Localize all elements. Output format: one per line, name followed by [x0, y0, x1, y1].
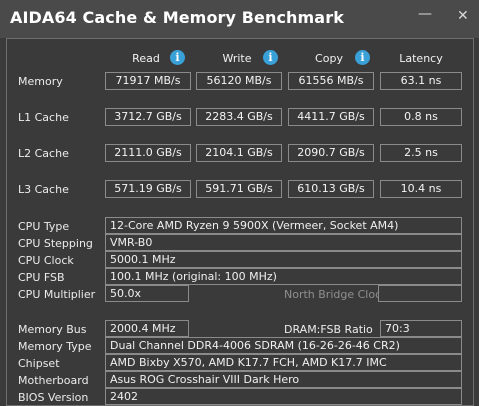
cpu-multiplier-label: CPU Multiplier: [18, 288, 96, 301]
close-icon[interactable]: ✕: [457, 8, 469, 24]
memory-type-value: Dual Channel DDR4-4006 SDRAM (16-26-26-4…: [105, 337, 462, 354]
minimize-icon[interactable]: —: [418, 6, 432, 22]
cpu-fsb-label: CPU FSB: [18, 271, 65, 284]
cpu-clock-label: CPU Clock: [18, 254, 74, 267]
north-bridge-clock-label: North Bridge Clock: [284, 288, 388, 301]
cpu-multiplier-value: 50.0x: [105, 285, 189, 302]
cpu-stepping-label: CPU Stepping: [18, 237, 93, 250]
l1-cache-write: 2283.4 GB/s: [196, 108, 282, 126]
row-label-l3-cache: L3 Cache: [18, 183, 69, 196]
bios-version-label: BIOS Version: [18, 391, 89, 404]
memory-copy: 61556 MB/s: [288, 72, 374, 90]
cpu-type-value: 12-Core AMD Ryzen 9 5900X (Vermeer, Sock…: [105, 217, 462, 234]
l3-cache-read: 571.19 GB/s: [105, 180, 191, 198]
chipset-value: AMD Bixby X570, AMD K17.7 FCH, AMD K17.7…: [105, 354, 462, 371]
l3-cache-write: 591.71 GB/s: [196, 180, 282, 198]
l1-cache-copy: 4411.7 GB/s: [288, 108, 374, 126]
l2-cache-copy: 2090.7 GB/s: [288, 144, 374, 162]
dram-fsb-ratio-label: DRAM:FSB Ratio: [284, 323, 373, 336]
info-icon[interactable]: i: [355, 50, 370, 65]
bios-version-value: 2402: [105, 388, 462, 405]
chipset-label: Chipset: [18, 357, 60, 370]
row-label-memory: Memory: [18, 75, 63, 88]
memory-type-label: Memory Type: [18, 340, 92, 353]
l2-cache-latency: 2.5 ns: [380, 144, 462, 162]
window-title: AIDA64 Cache & Memory Benchmark: [10, 8, 344, 27]
memory-write: 56120 MB/s: [196, 72, 282, 90]
memory-read: 71917 MB/s: [105, 72, 191, 90]
l3-cache-copy: 610.13 GB/s: [288, 180, 374, 198]
title-bar: AIDA64 Cache & Memory Benchmark — ✕: [0, 0, 479, 38]
info-icon[interactable]: i: [170, 50, 185, 65]
cpu-type-label: CPU Type: [18, 220, 70, 233]
l2-cache-write: 2104.1 GB/s: [196, 144, 282, 162]
memory-bus-label: Memory Bus: [18, 323, 87, 336]
row-label-l1-cache: L1 Cache: [18, 111, 69, 124]
cpu-stepping-value: VMR-B0: [105, 234, 462, 251]
row-label-l2-cache: L2 Cache: [18, 147, 69, 160]
motherboard-value: Asus ROG Crosshair VIII Dark Hero: [105, 371, 462, 388]
cpu-clock-value: 5000.1 MHz: [105, 251, 462, 268]
motherboard-label: Motherboard: [18, 374, 89, 387]
info-icon[interactable]: i: [263, 50, 278, 65]
cpu-fsb-value: 100.1 MHz (original: 100 MHz): [105, 268, 462, 285]
north-bridge-clock-value: [378, 285, 462, 302]
dram-fsb-ratio-value: 70:3: [380, 320, 462, 337]
l3-cache-latency: 10.4 ns: [380, 180, 462, 198]
memory-latency: 63.1 ns: [380, 72, 462, 90]
column-latency: Latency: [399, 52, 443, 65]
l2-cache-read: 2111.0 GB/s: [105, 144, 191, 162]
l1-cache-latency: 0.8 ns: [380, 108, 462, 126]
l1-cache-read: 3712.7 GB/s: [105, 108, 191, 126]
memory-bus-value: 2000.4 MHz: [105, 320, 189, 337]
